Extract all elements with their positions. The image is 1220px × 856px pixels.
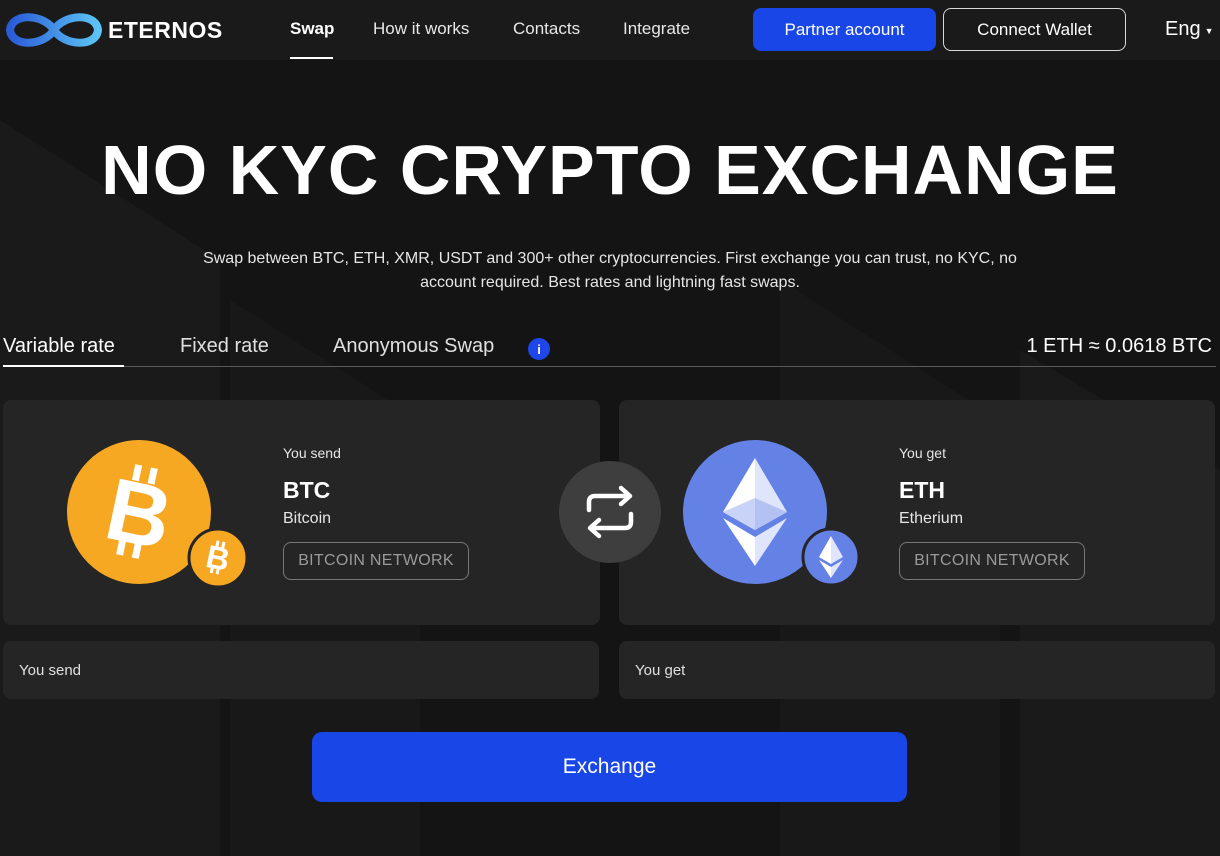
tab-variable-rate[interactable]: Variable rate: [3, 335, 115, 358]
nav-active-indicator: [290, 57, 333, 59]
infinity-logo-icon: [5, 13, 103, 47]
send-amount-input[interactable]: [3, 641, 599, 699]
swap-direction-button[interactable]: [559, 461, 661, 563]
nav-contacts[interactable]: Contacts: [513, 19, 580, 39]
get-network-button[interactable]: BITCOIN NETWORK: [899, 542, 1085, 580]
hero-subtitle: Swap between BTC, ETH, XMR, USDT and 300…: [203, 250, 1017, 291]
get-amount-field: [619, 641, 1215, 699]
get-amount-input[interactable]: [619, 641, 1215, 699]
send-coin-name: Bitcoin: [283, 510, 332, 527]
swap-arrows-icon: [586, 485, 634, 539]
top-navbar: ETERNOS Swap How it works Contacts Integ…: [0, 0, 1220, 60]
send-network-button[interactable]: BITCOIN NETWORK: [283, 542, 469, 580]
get-coin-name: Etherium: [899, 510, 964, 527]
tab-fixed-rate[interactable]: Fixed rate: [180, 335, 269, 358]
brand-logo[interactable]: ETERNOS: [4, 6, 223, 54]
partner-account-button[interactable]: Partner account: [753, 8, 936, 51]
get-ticker: ETH: [899, 477, 945, 503]
connect-wallet-button[interactable]: Connect Wallet: [943, 8, 1126, 51]
send-currency-card[interactable]: B B You send BTC Bitcoin BITCOIN NETWORK: [3, 400, 600, 625]
caret-down-icon: ▼: [1204, 25, 1214, 36]
tabs-divider: [3, 366, 1216, 367]
language-label: Eng: [1165, 18, 1201, 40]
get-label: You get: [899, 445, 946, 461]
ethereum-icon: [683, 440, 861, 587]
bitcoin-icon: B B: [67, 440, 247, 589]
exchange-button[interactable]: Exchange: [312, 732, 907, 802]
send-label: You send: [283, 445, 341, 461]
tab-anonymous-swap[interactable]: Anonymous Swap: [333, 335, 494, 358]
brand-name: ETERNOS: [108, 16, 223, 43]
get-currency-card[interactable]: You get ETH Etherium BITCOIN NETWORK: [619, 400, 1215, 625]
send-ticker: BTC: [283, 477, 331, 503]
tab-active-indicator: [3, 365, 124, 367]
send-amount-field: [3, 641, 599, 699]
exchange-rate: 1 ETH ≈ 0.0618 BTC: [1026, 335, 1213, 357]
nav-swap[interactable]: Swap: [290, 19, 334, 39]
language-selector[interactable]: Eng ▼: [1165, 18, 1214, 41]
nav-integrate[interactable]: Integrate: [623, 19, 690, 39]
hero-title: NO KYC CRYPTO EXCHANGE: [101, 131, 1119, 209]
info-icon[interactable]: i: [528, 338, 550, 360]
nav-how-it-works[interactable]: How it works: [373, 19, 469, 39]
rate-tabs: Variable rate Fixed rate Anonymous Swap …: [0, 333, 1216, 369]
